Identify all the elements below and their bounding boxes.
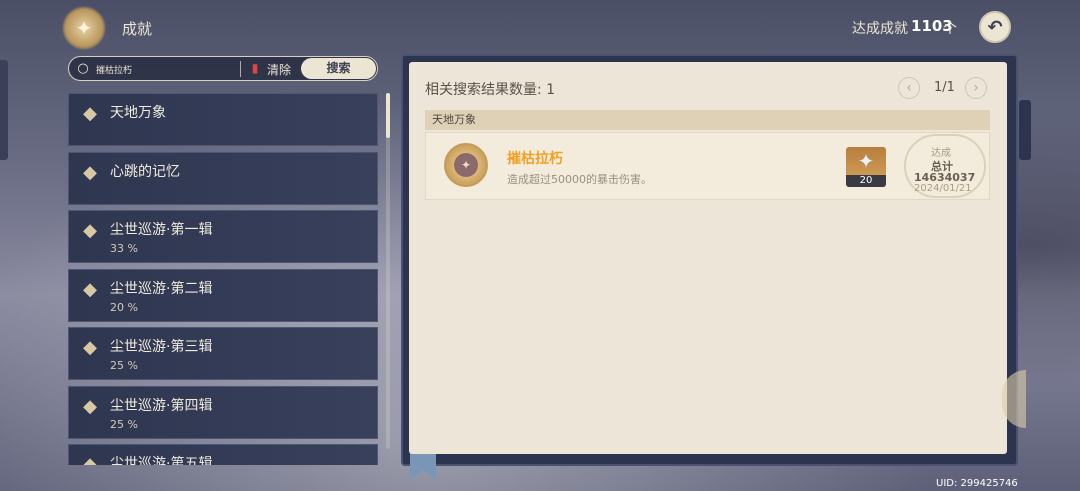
- back-arrow-icon: ↶: [987, 16, 1003, 38]
- page-title: 成就: [122, 20, 153, 38]
- category-badge-icon: ◆: [83, 337, 97, 358]
- category-badge-icon: ◆: [83, 162, 97, 183]
- back-button[interactable]: ↶: [979, 11, 1011, 43]
- scrollbar-thumb[interactable]: [386, 93, 390, 138]
- results-count: 相关搜索结果数量: 1: [425, 82, 556, 98]
- achievement-name: 摧枯拉朽: [507, 151, 563, 167]
- total-achievements-unit: 个: [943, 21, 957, 37]
- trash-icon[interactable]: ▮: [249, 61, 261, 76]
- primogem-icon: ✦: [857, 149, 875, 173]
- achievement-badge-icon: ✦: [441, 139, 491, 191]
- chevron-left-icon: ‹: [906, 80, 912, 96]
- category-name: 尘世巡游·第三辑: [110, 339, 213, 355]
- search-button[interactable]: 搜索: [301, 58, 376, 79]
- search-icon: ○: [77, 61, 89, 76]
- category-name: 天地万象: [110, 105, 166, 121]
- category-item[interactable]: ◆ 尘世巡游·第一辑 33 %: [68, 210, 378, 263]
- left-edge-tab: [0, 60, 8, 160]
- category-name: 尘世巡游·第四辑: [110, 398, 213, 414]
- page-indicator: 1/1: [934, 80, 955, 95]
- prev-page-button[interactable]: ‹: [898, 77, 920, 99]
- category-percent: 20 %: [110, 301, 138, 314]
- category-name: 尘世巡游·第一辑: [110, 222, 213, 238]
- search-bar: ○ ▮ 清除 搜索: [68, 56, 378, 81]
- category-percent: 33 %: [110, 242, 138, 255]
- uid-label: UID: 299425746: [936, 478, 1018, 489]
- category-item[interactable]: ◆ 尘世巡游·第五辑: [68, 444, 378, 465]
- clear-button[interactable]: 清除: [267, 61, 291, 78]
- category-name: 尘世巡游·第五辑: [110, 456, 213, 465]
- header: ✦ 成就 达成成就 1103 个 ↶: [0, 0, 1080, 56]
- reward-count: 20: [846, 175, 886, 187]
- category-name: 心跳的记忆: [110, 164, 180, 180]
- category-badge-icon: ◆: [83, 396, 97, 417]
- side-tab: [1019, 100, 1031, 160]
- category-badge-icon: ◆: [83, 103, 97, 124]
- stamp-title: 达成: [931, 148, 951, 159]
- category-item[interactable]: ◆ 心跳的记忆: [68, 152, 378, 205]
- category-name: 尘世巡游·第二辑: [110, 281, 213, 297]
- category-badge-icon: ◆: [83, 279, 97, 300]
- stamp-date: 2024/01/21: [914, 183, 972, 194]
- category-badge-icon: ◆: [83, 220, 97, 241]
- category-percent: 25 %: [110, 418, 138, 431]
- result-group-header: 天地万象: [425, 110, 990, 130]
- scrollbar-track[interactable]: [386, 93, 390, 449]
- reward-item[interactable]: ✦ 20: [846, 147, 886, 187]
- achievement-emblem-icon: ✦: [62, 6, 106, 50]
- next-page-button[interactable]: ›: [965, 77, 987, 99]
- category-badge-icon: ◆: [83, 454, 97, 465]
- category-item[interactable]: ◆ 尘世巡游·第三辑 25 %: [68, 327, 378, 380]
- achievement-description: 造成超过50000的暴击伤害。: [507, 173, 652, 186]
- category-list: ◆ 天地万象 ◆ 心跳的记忆 ◆ 尘世巡游·第一辑 33 % ◆ 尘世巡游·第二…: [68, 93, 379, 465]
- category-item[interactable]: ◆ 尘世巡游·第二辑 20 %: [68, 269, 378, 322]
- category-item[interactable]: ◆ 天地万象: [68, 93, 378, 146]
- chevron-right-icon: ›: [973, 80, 979, 96]
- search-divider: [240, 61, 241, 77]
- category-percent: 25 %: [110, 359, 138, 372]
- total-achievements-label: 达成成就: [852, 21, 908, 37]
- category-item[interactable]: ◆ 尘世巡游·第四辑 25 %: [68, 386, 378, 439]
